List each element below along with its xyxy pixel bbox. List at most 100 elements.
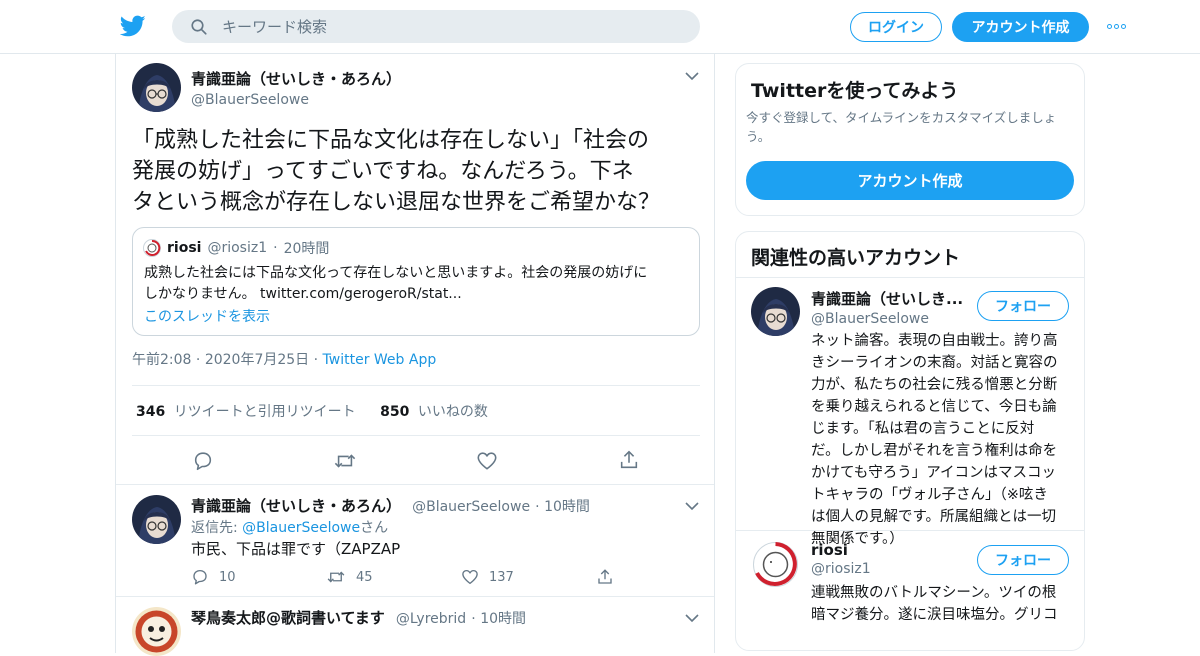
divider (736, 530, 1084, 531)
separator-dot: · (535, 499, 545, 515)
likes-stat[interactable]: 850 いいねの数 (380, 404, 488, 420)
separator-dot: · (471, 611, 481, 627)
tweet-time[interactable]: 午前2:08 (132, 352, 191, 368)
tweet-text-line: 「成熟した社会に下品な文化は存在しない」「社会の (132, 128, 650, 153)
tweet-column: 青識亜論（せいしき・あろん） @BlauerSeelowe 「成熟した社会に下品… (115, 53, 715, 656)
bio-line: きシーライオンの末裔。対話と寛容の (811, 355, 1058, 371)
bio-line: かけても守ろう」アイコンはマスコッ (811, 465, 1057, 481)
retweet-count: 45 (356, 569, 373, 585)
twitter-bird-icon[interactable] (120, 13, 146, 39)
quoted-time: 20時間 (283, 241, 330, 257)
reply-avatar-image (132, 495, 181, 544)
separator-dot: · (195, 352, 205, 368)
bio-line: 暗マジ養分。遂に涙目味塩分。グリコ (811, 607, 1058, 623)
share-icon[interactable] (596, 568, 614, 586)
divider (132, 435, 700, 436)
related-account-avatar[interactable] (751, 287, 800, 336)
divider (132, 385, 700, 386)
follow-button[interactable]: フォロー (977, 545, 1069, 575)
tweet-date[interactable]: 2020年7月25日 (205, 352, 309, 368)
quoted-avatar (143, 239, 161, 257)
separator-dot: · (313, 352, 323, 368)
reply-author-name[interactable]: 琴鳥奏太郎@歌詞書いてます (191, 609, 385, 627)
bio-line: だ。しかし君がそれを言う権利は命を (811, 443, 1058, 459)
tweet-text: 「成熟した社会に下品な文化は存在しない」「社会の 発展の妨げ」ってすごいですね。… (132, 125, 702, 218)
reply-time[interactable]: 10時間 (480, 611, 526, 627)
chevron-down-icon[interactable] (685, 501, 699, 511)
quoted-text-line: しかなりません。 twitter.com/gerogeroR/stat... (144, 286, 462, 302)
bio-line: 力が、私たちの社会に残る憎悪と分断 (811, 377, 1058, 393)
reply-icon[interactable] (192, 450, 214, 472)
like-icon (462, 569, 478, 585)
related-account-name[interactable]: 青識亜論（せいしき... (811, 288, 963, 309)
reply-time[interactable]: 10時間 (544, 499, 590, 515)
bio-line: を乗り越えられると信じて、今日も論 (811, 399, 1057, 415)
author-handle[interactable]: @BlauerSeelowe (191, 92, 401, 108)
bio-line: 連戦無敗のバトルマシーン。ツイの根 (811, 585, 1057, 601)
reply-tweet[interactable]: 青識亜論（せいしき・あろん） @BlauerSeelowe · 10時間 返信先… (116, 484, 714, 596)
like-icon[interactable] (476, 450, 498, 472)
bio-line: じます。「私は君の言うことに反対 (811, 421, 1035, 437)
login-button[interactable]: ログイン (850, 12, 942, 42)
related-account-handle[interactable]: @riosiz1 (811, 561, 871, 577)
reply-action[interactable]: 10 (191, 568, 236, 586)
signup-button[interactable]: アカウント作成 (952, 12, 1089, 42)
retweets-stat[interactable]: 346 リツイートと引用リツイート (136, 404, 360, 420)
reply-count: 10 (219, 569, 236, 585)
quoted-author-name: riosi (167, 240, 202, 256)
quoted-text-line: 成熟した社会には下品な文化って存在しないと思いますよ。社会の発展の妨げに (144, 265, 648, 281)
retweet-icon[interactable] (333, 450, 357, 472)
search-input[interactable] (222, 17, 662, 36)
related-account-avatar[interactable] (751, 540, 800, 589)
related-accounts-card: 関連性の高いアカウント 青識亜論（せいしき... @BlauerSeelowe … (735, 231, 1085, 651)
likes-count: 850 (380, 404, 410, 420)
replying-to-handle[interactable]: @BlauerSeelowe (242, 520, 360, 536)
reply-avatar-image (132, 607, 181, 656)
related-account-handle[interactable]: @BlauerSeelowe (811, 311, 963, 327)
reply-author-handle[interactable]: @Lyrebrid (396, 611, 466, 627)
author-name[interactable]: 青識亜論（せいしき・あろん） (191, 68, 401, 89)
related-accounts-title: 関連性の高いアカウント (751, 247, 961, 269)
retweets-label: リツイートと引用リツイート (173, 404, 356, 420)
tweet-text-line: タという概念が存在しない退屈な世界をご希望かな？ (132, 190, 661, 215)
replying-to: 返信先: @BlauerSeeloweさん (191, 517, 388, 537)
search-icon (191, 18, 207, 35)
signup-subtitle-line: 今すぐ登録して、タイムラインをカスタマイズしましょ (746, 110, 1057, 125)
quoted-tweet[interactable]: riosi @riosiz1 · 20時間 成熟した社会には下品な文化って存在し… (132, 227, 700, 336)
reply-text: 市民、下品は罪です（ZAPZAP (191, 540, 401, 558)
quoted-author-handle: @riosiz1 (207, 240, 268, 256)
reply-avatar[interactable] (132, 607, 181, 656)
like-count: 137 (489, 569, 514, 585)
reply-avatar[interactable] (132, 495, 181, 544)
search-bar[interactable] (172, 10, 700, 43)
reply-tweet[interactable]: 琴鳥奏太郎@歌詞書いてます @Lyrebrid · 10時間 (116, 596, 714, 656)
share-icon[interactable] (618, 449, 640, 471)
chevron-down-icon[interactable] (685, 613, 699, 623)
related-account-bio: 連戦無敗のバトルマシーン。ツイの根 暗マジ養分。遂に涙目味塩分。グリコ (811, 582, 1069, 626)
top-bar: ログイン アカウント作成 (0, 0, 1200, 54)
divider (736, 277, 1084, 278)
signup-card-title: Twitterを使ってみよう (751, 80, 959, 102)
sidebar-signup-button[interactable]: アカウント作成 (746, 161, 1074, 200)
reply-author-name[interactable]: 青識亜論（せいしき・あろん） (191, 497, 401, 515)
follow-button[interactable]: フォロー (977, 291, 1069, 321)
replying-to-prefix: 返信先: (191, 520, 243, 536)
more-options-icon[interactable] (1107, 24, 1126, 29)
like-action[interactable]: 137 (461, 568, 514, 586)
author-avatar[interactable] (132, 63, 181, 112)
quoted-text: 成熟した社会には下品な文化って存在しないと思いますよ。社会の発展の妨げに しかな… (144, 263, 694, 305)
tweet-source-link[interactable]: Twitter Web App (323, 352, 437, 368)
chevron-down-icon[interactable] (685, 71, 699, 81)
retweet-action[interactable]: 45 (326, 568, 373, 586)
related-account-name[interactable]: riosi (811, 541, 871, 559)
bio-line: ネット論客。表現の自由戦士。誇り高 (811, 333, 1058, 349)
tweet-text-line: 発展の妨げ」ってすごいですね。なんだろう。下ネ (132, 159, 634, 184)
show-thread-link[interactable]: このスレッドを表示 (144, 306, 270, 326)
bio-line: は個人の見解です。所属組織とは一切 (811, 509, 1057, 525)
retweets-count: 346 (136, 404, 166, 420)
tweet-timestamp: 午前2:08 · 2020年7月25日 · Twitter Web App (132, 349, 436, 369)
likes-label: いいねの数 (417, 404, 488, 420)
bio-line: トキャラの「ヴォル子さん」（※呟き (811, 487, 1048, 503)
related-avatar-image (751, 287, 800, 336)
reply-author-handle[interactable]: @BlauerSeelowe (412, 499, 530, 515)
